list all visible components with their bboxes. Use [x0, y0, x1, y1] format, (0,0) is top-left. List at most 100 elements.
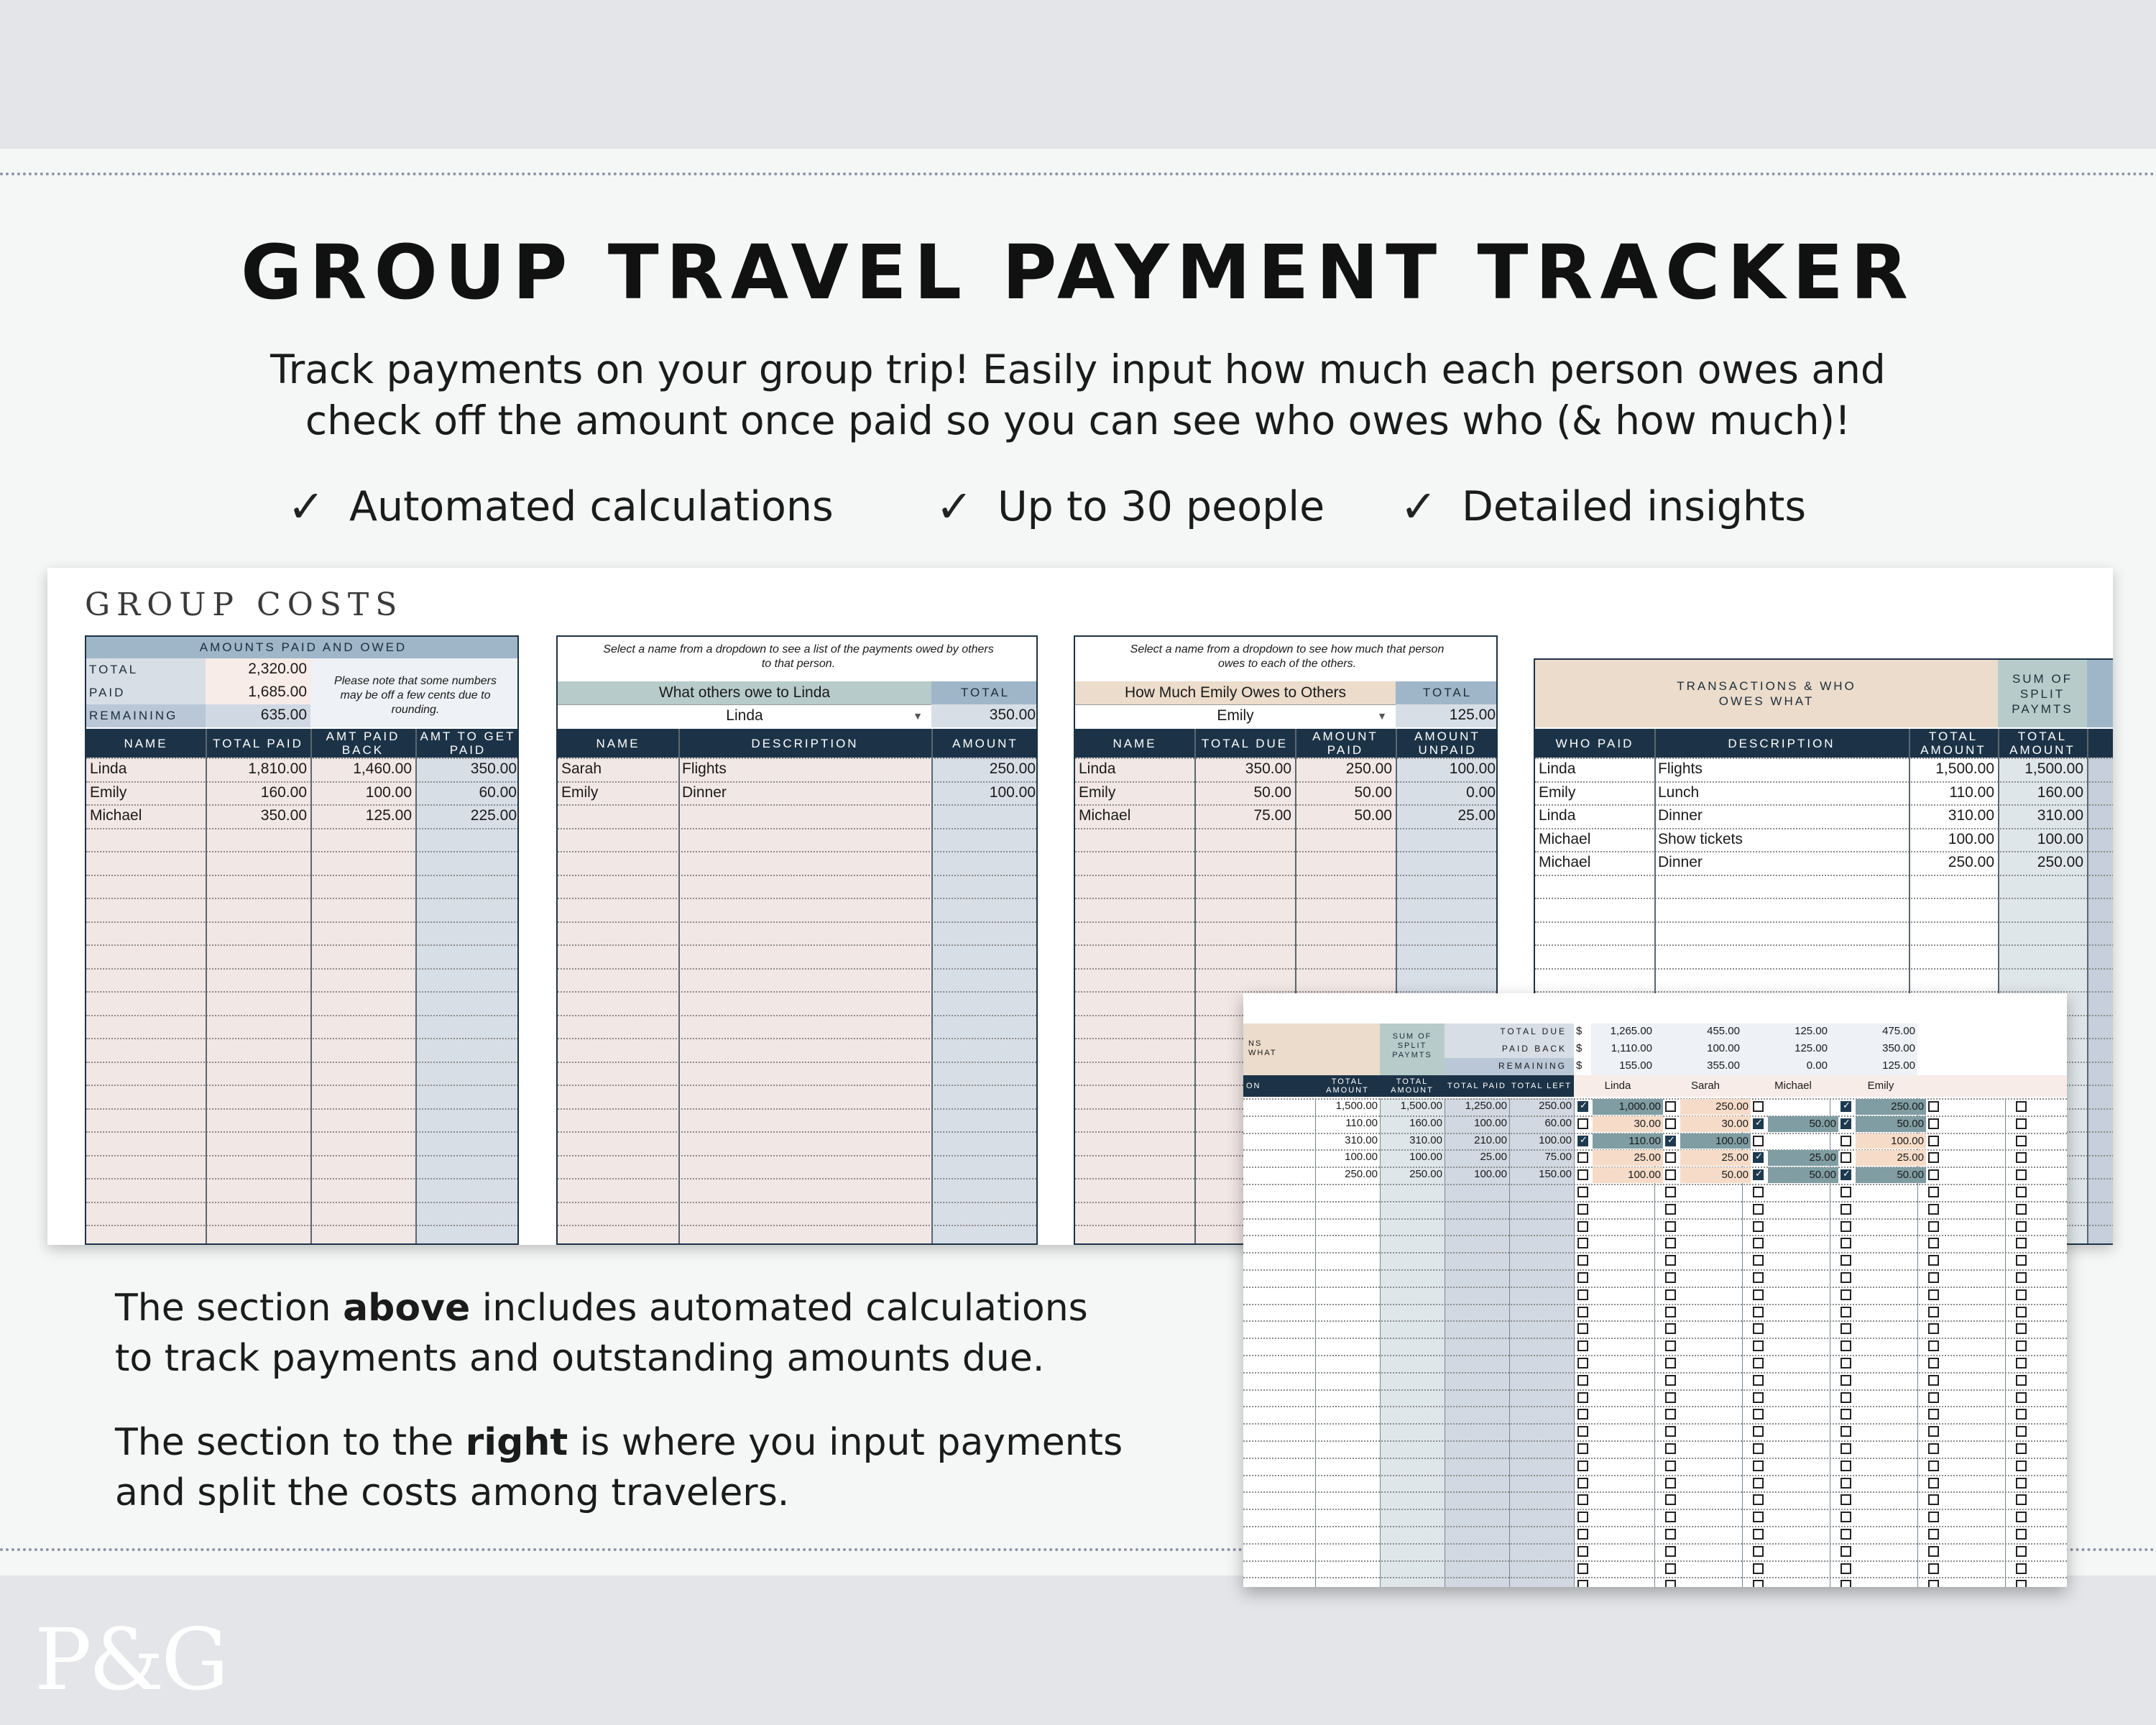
- checkbox[interactable]: [2016, 1426, 2027, 1438]
- checkbox[interactable]: [2016, 1580, 2027, 1587]
- checkbox[interactable]: [1841, 1580, 1851, 1587]
- checkbox[interactable]: [2016, 1529, 2027, 1540]
- checkbox[interactable]: [1577, 1169, 1588, 1181]
- checkbox[interactable]: [1665, 1220, 1676, 1232]
- checkbox[interactable]: [1841, 1289, 1851, 1300]
- checkbox[interactable]: [1928, 1494, 1939, 1506]
- checkbox[interactable]: [1753, 1545, 1764, 1557]
- checkbox[interactable]: [1928, 1374, 1939, 1386]
- checkbox[interactable]: [1577, 1187, 1588, 1197]
- checkbox[interactable]: [2016, 1306, 2027, 1317]
- checkbox[interactable]: [2016, 1101, 2027, 1112]
- checkbox[interactable]: [1841, 1443, 1851, 1454]
- checkbox[interactable]: [1665, 1374, 1676, 1386]
- checkbox[interactable]: [1841, 1306, 1851, 1317]
- checkbox[interactable]: [1665, 1187, 1676, 1197]
- checkbox[interactable]: [2016, 1272, 2027, 1283]
- checkbox[interactable]: [1665, 1358, 1676, 1368]
- checkbox[interactable]: [2016, 1392, 2027, 1403]
- checkbox[interactable]: [1577, 1563, 1588, 1574]
- checkbox[interactable]: [2016, 1220, 2027, 1232]
- checkbox[interactable]: [1928, 1238, 1939, 1249]
- checkbox[interactable]: [1928, 1323, 1939, 1335]
- checkbox[interactable]: [1753, 1203, 1764, 1215]
- checkbox[interactable]: [1665, 1203, 1676, 1215]
- checkbox[interactable]: [1841, 1512, 1851, 1523]
- checkbox[interactable]: [1928, 1443, 1939, 1454]
- chevron-down-icon[interactable]: ▼: [1377, 705, 1387, 727]
- checkbox[interactable]: [1665, 1409, 1676, 1420]
- checkbox[interactable]: [1841, 1494, 1851, 1506]
- checked-checkbox[interactable]: [1753, 1117, 1764, 1129]
- checkbox[interactable]: [1753, 1255, 1764, 1266]
- checkbox[interactable]: [2016, 1512, 2027, 1523]
- checkbox[interactable]: [1928, 1477, 1939, 1489]
- checkbox[interactable]: [1928, 1409, 1939, 1420]
- checkbox[interactable]: [1753, 1374, 1764, 1386]
- checkbox[interactable]: [1841, 1426, 1851, 1438]
- checkbox[interactable]: [1928, 1255, 1939, 1266]
- checkbox[interactable]: [1928, 1426, 1939, 1438]
- checkbox[interactable]: [1577, 1306, 1588, 1317]
- checkbox[interactable]: [1577, 1580, 1588, 1587]
- checkbox[interactable]: [1577, 1323, 1588, 1335]
- checkbox[interactable]: [1753, 1135, 1764, 1146]
- checkbox[interactable]: [1665, 1169, 1676, 1181]
- checkbox[interactable]: [1577, 1272, 1588, 1283]
- checkbox[interactable]: [1577, 1118, 1588, 1129]
- checkbox[interactable]: [2016, 1563, 2027, 1574]
- checkbox[interactable]: [1665, 1529, 1676, 1540]
- checkbox[interactable]: [1753, 1238, 1764, 1249]
- checkbox[interactable]: [1841, 1187, 1851, 1197]
- checkbox[interactable]: [1841, 1323, 1851, 1335]
- checked-checkbox[interactable]: [1841, 1100, 1851, 1112]
- checkbox[interactable]: [1665, 1392, 1676, 1403]
- owes-others-person-select[interactable]: Emily ▼: [1075, 704, 1396, 727]
- checkbox[interactable]: [1577, 1203, 1588, 1215]
- checkbox[interactable]: [2016, 1152, 2027, 1164]
- checkbox[interactable]: [1665, 1101, 1676, 1112]
- checkbox[interactable]: [1665, 1477, 1676, 1489]
- checkbox[interactable]: [1753, 1289, 1764, 1300]
- checkbox[interactable]: [1665, 1426, 1676, 1438]
- checkbox[interactable]: [1665, 1460, 1676, 1471]
- checkbox[interactable]: [1928, 1580, 1939, 1587]
- checkbox[interactable]: [1753, 1409, 1764, 1420]
- checkbox[interactable]: [2016, 1460, 2027, 1471]
- checkbox[interactable]: [1841, 1477, 1851, 1489]
- checkbox[interactable]: [1841, 1358, 1851, 1368]
- checkbox[interactable]: [1753, 1272, 1764, 1283]
- checkbox[interactable]: [1841, 1545, 1851, 1557]
- checkbox[interactable]: [1841, 1563, 1851, 1574]
- checkbox[interactable]: [1577, 1238, 1588, 1249]
- checkbox[interactable]: [1753, 1563, 1764, 1574]
- checkbox[interactable]: [1841, 1409, 1851, 1420]
- checkbox[interactable]: [2016, 1187, 2027, 1197]
- checkbox[interactable]: [1841, 1238, 1851, 1249]
- checkbox[interactable]: [1928, 1529, 1939, 1540]
- checkbox[interactable]: [1753, 1340, 1764, 1352]
- checkbox[interactable]: [1928, 1512, 1939, 1523]
- checkbox[interactable]: [1665, 1272, 1676, 1283]
- checkbox[interactable]: [1577, 1477, 1588, 1489]
- checkbox[interactable]: [1577, 1426, 1588, 1438]
- checkbox[interactable]: [1577, 1289, 1588, 1300]
- checkbox[interactable]: [2016, 1203, 2027, 1215]
- checkbox[interactable]: [1665, 1580, 1676, 1587]
- checked-checkbox[interactable]: [1753, 1151, 1764, 1164]
- checkbox[interactable]: [1577, 1494, 1588, 1506]
- checkbox[interactable]: [2016, 1169, 2027, 1181]
- checkbox[interactable]: [1841, 1529, 1851, 1540]
- checkbox[interactable]: [1753, 1306, 1764, 1317]
- checkbox[interactable]: [2016, 1238, 2027, 1249]
- checkbox[interactable]: [1577, 1460, 1588, 1471]
- checked-checkbox[interactable]: [1577, 1134, 1588, 1146]
- checkbox[interactable]: [1753, 1101, 1764, 1112]
- checkbox[interactable]: [1841, 1392, 1851, 1403]
- checkbox[interactable]: [1928, 1563, 1939, 1574]
- checkbox[interactable]: [1841, 1203, 1851, 1215]
- checkbox[interactable]: [1928, 1392, 1939, 1403]
- checkbox[interactable]: [2016, 1255, 2027, 1266]
- checkbox[interactable]: [1577, 1409, 1588, 1420]
- checkbox[interactable]: [1753, 1426, 1764, 1438]
